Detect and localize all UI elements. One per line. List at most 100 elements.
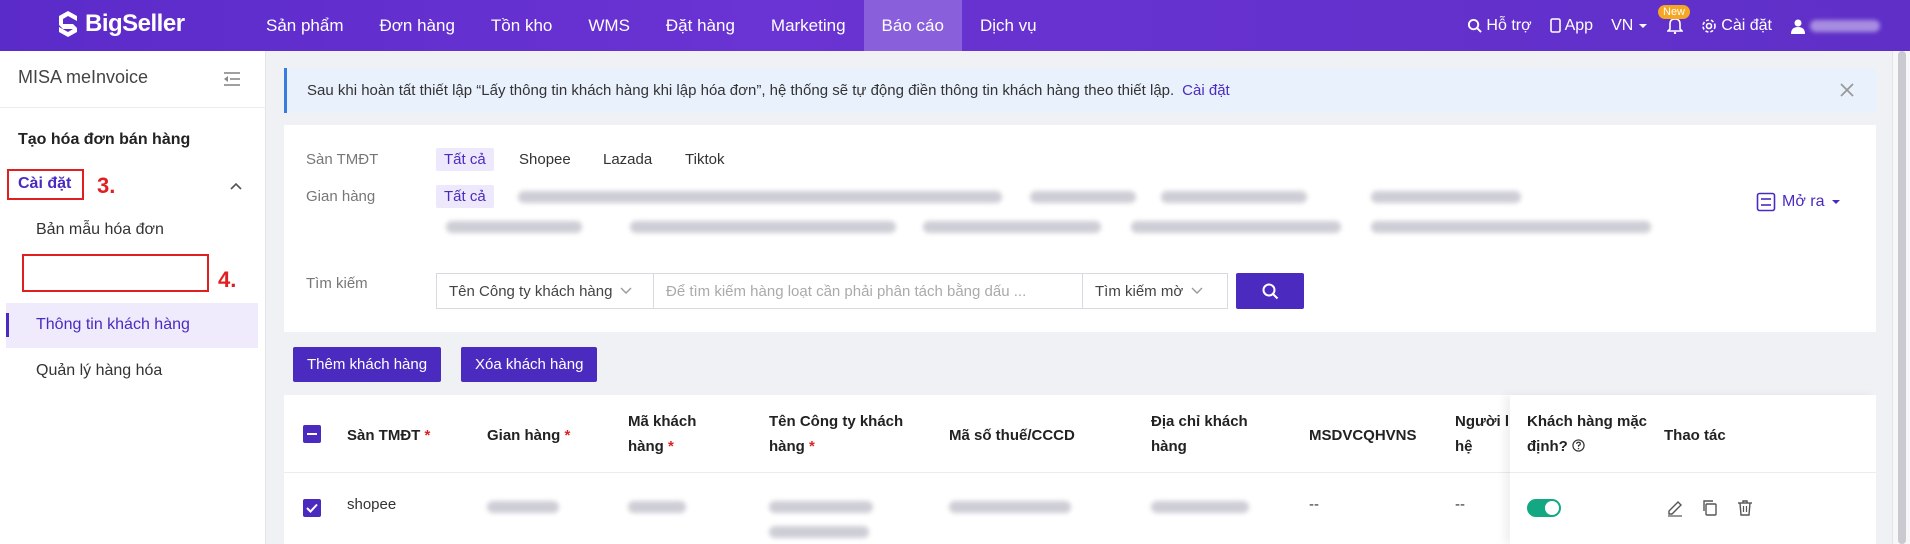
- search-field-select[interactable]: Tên Công ty khách hàng: [436, 273, 654, 309]
- header-contact-line2: hệ: [1455, 438, 1473, 455]
- search-label: Tìm kiếm: [306, 275, 368, 292]
- top-nav-bar: BigSeller Sản phẩm Đơn hàng Tồn kho WMS …: [0, 0, 1910, 51]
- column-header-shop: Gian hàng *: [487, 423, 570, 448]
- notice-text: Sau khi hoàn tất thiết lập “Lấy thông ti…: [307, 82, 1175, 99]
- sidebar-title: MISA meInvoice: [18, 67, 149, 87]
- cell-shop-blurred: [487, 501, 559, 513]
- nav-purchase[interactable]: Đặt hàng: [648, 0, 753, 51]
- header-address-line1: Địa chỉ khách: [1151, 413, 1248, 430]
- info-notice: Sau khi hoàn tất thiết lập “Lấy thông ti…: [284, 68, 1876, 113]
- shop-filter-label: Gian hàng: [306, 188, 376, 205]
- shop-chip-blurred[interactable]: [923, 221, 1101, 233]
- delete-customer-button[interactable]: Xóa khách hàng: [461, 347, 598, 382]
- annotation-box-customer-info: [22, 254, 209, 292]
- annotation-step-3: 3.: [97, 173, 116, 198]
- expand-label: Mở ra: [1782, 193, 1825, 210]
- user-icon: [1791, 19, 1805, 34]
- sidebar-item-invoice-template[interactable]: Bản mẫu hóa đơn: [36, 221, 164, 239]
- help-circle-icon[interactable]: [1572, 439, 1585, 452]
- expand-shops-button[interactable]: Mở ra: [1756, 192, 1841, 212]
- header-address-line2: hàng: [1151, 438, 1187, 455]
- chevron-down-icon: [620, 287, 632, 294]
- shop-chip-blurred[interactable]: [1030, 191, 1136, 203]
- chevron-up-icon[interactable]: [228, 178, 244, 194]
- search-icon: [1468, 18, 1483, 33]
- nav-services[interactable]: Dịch vụ: [962, 0, 1055, 51]
- nav-orders[interactable]: Đơn hàng: [362, 0, 473, 51]
- required-mark: *: [424, 427, 431, 444]
- nav-reports[interactable]: Báo cáo: [863, 0, 962, 51]
- cell-tax-blurred: [949, 501, 1071, 513]
- app-label: App: [1564, 16, 1594, 34]
- header-company-line1: Tên Công ty khách: [769, 413, 904, 430]
- bigseller-logo[interactable]: BigSeller: [55, 10, 185, 38]
- app-link[interactable]: App: [1549, 16, 1594, 35]
- nav-inventory[interactable]: Tồn kho: [473, 0, 570, 51]
- cell-code-blurred: [628, 501, 686, 513]
- column-header-address: Địa chỉ khách hàng: [1151, 409, 1248, 459]
- brand-name: BigSeller: [85, 10, 185, 37]
- notifications-button[interactable]: [1667, 17, 1684, 34]
- cell-msdv: --: [1309, 496, 1319, 513]
- header-company-line2: hàng *: [769, 438, 815, 455]
- sidebar-item-customer-info[interactable]: Thông tin khách hàng: [36, 316, 190, 334]
- settings-link[interactable]: Cài đặt: [1701, 17, 1772, 35]
- shop-chip-blurred[interactable]: [630, 221, 896, 233]
- shop-chip-blurred[interactable]: [1161, 191, 1307, 203]
- shop-chip-all[interactable]: Tất cả: [436, 185, 494, 208]
- blurred-username: [1810, 19, 1880, 32]
- bell-icon: [1667, 18, 1684, 34]
- edit-icon[interactable]: [1666, 499, 1684, 517]
- settings-label: Cài đặt: [1721, 16, 1772, 34]
- sidebar-item-goods-management[interactable]: Quản lý hàng hóa: [36, 362, 162, 380]
- caret-down-icon: [1831, 200, 1840, 204]
- shop-chip-blurred[interactable]: [446, 221, 582, 233]
- shop-chip-blurred[interactable]: [1371, 221, 1651, 233]
- search-input[interactable]: Để tìm kiếm hàng loạt cần phải phân tách…: [654, 273, 1082, 309]
- copy-icon[interactable]: [1701, 499, 1719, 517]
- row-checkbox[interactable]: [303, 499, 321, 517]
- sidebar-active-indicator: [6, 313, 9, 337]
- header-default-line2: định?: [1527, 434, 1647, 459]
- add-customer-button[interactable]: Thêm khách hàng: [293, 347, 442, 382]
- platform-chip-tiktok[interactable]: Tiktok: [677, 148, 732, 171]
- column-header-default-customer: Khách hàng mặc định?: [1527, 409, 1647, 459]
- platform-chip-all[interactable]: Tất cả: [436, 148, 494, 171]
- nav-products[interactable]: Sản phẩm: [248, 0, 362, 51]
- header-contact-line1: Người li: [1455, 413, 1514, 430]
- notice-settings-link[interactable]: Cài đặt: [1182, 82, 1230, 99]
- support-link[interactable]: Hỗ trợ: [1467, 16, 1532, 35]
- header-code-line1: Mã khách: [628, 413, 697, 430]
- annotation-box-settings: [7, 169, 84, 200]
- match-mode-value: Tìm kiếm mờ: [1095, 282, 1184, 300]
- column-header-msdv: MSDVCQHVNS: [1309, 427, 1417, 444]
- search-button[interactable]: [1236, 273, 1304, 309]
- platform-chip-lazada[interactable]: Lazada: [595, 148, 660, 171]
- trash-icon[interactable]: [1736, 499, 1754, 517]
- nav-wms[interactable]: WMS: [570, 0, 648, 51]
- shop-chip-blurred[interactable]: [518, 191, 1002, 203]
- user-menu[interactable]: [1790, 18, 1880, 34]
- platform-chip-shopee[interactable]: Shopee: [511, 148, 579, 171]
- scrollbar-thumb[interactable]: [1898, 51, 1906, 544]
- select-all-checkbox[interactable]: [303, 425, 321, 443]
- cell-company-blurred: [769, 526, 869, 538]
- main-nav: Sản phẩm Đơn hàng Tồn kho WMS Đặt hàng M…: [248, 0, 1055, 51]
- default-customer-toggle[interactable]: [1527, 499, 1561, 517]
- caret-down-icon: [1639, 23, 1648, 28]
- new-badge: New: [1658, 5, 1691, 19]
- match-mode-select[interactable]: Tìm kiếm mờ: [1082, 273, 1228, 309]
- close-icon[interactable]: [1838, 81, 1856, 99]
- page-scrollbar[interactable]: [1892, 51, 1910, 544]
- filter-panel: Sàn TMĐT Tất cả Shopee Lazada Tiktok Gia…: [284, 125, 1876, 332]
- customer-table: Sàn TMĐT * Gian hàng * Mã khách hàng * T…: [284, 395, 1876, 544]
- support-label: Hỗ trợ: [1486, 16, 1532, 34]
- sidebar-item-create-invoice[interactable]: Tạo hóa đơn bán hàng: [18, 131, 190, 149]
- collapse-menu-icon[interactable]: [222, 69, 242, 89]
- shop-chip-blurred[interactable]: [1131, 221, 1341, 233]
- platform-filter-label: Sàn TMĐT: [306, 151, 379, 168]
- shop-chip-blurred[interactable]: [1371, 191, 1521, 203]
- nav-marketing[interactable]: Marketing: [753, 0, 864, 51]
- indeterminate-icon: [307, 433, 317, 435]
- language-select[interactable]: VN: [1611, 17, 1649, 35]
